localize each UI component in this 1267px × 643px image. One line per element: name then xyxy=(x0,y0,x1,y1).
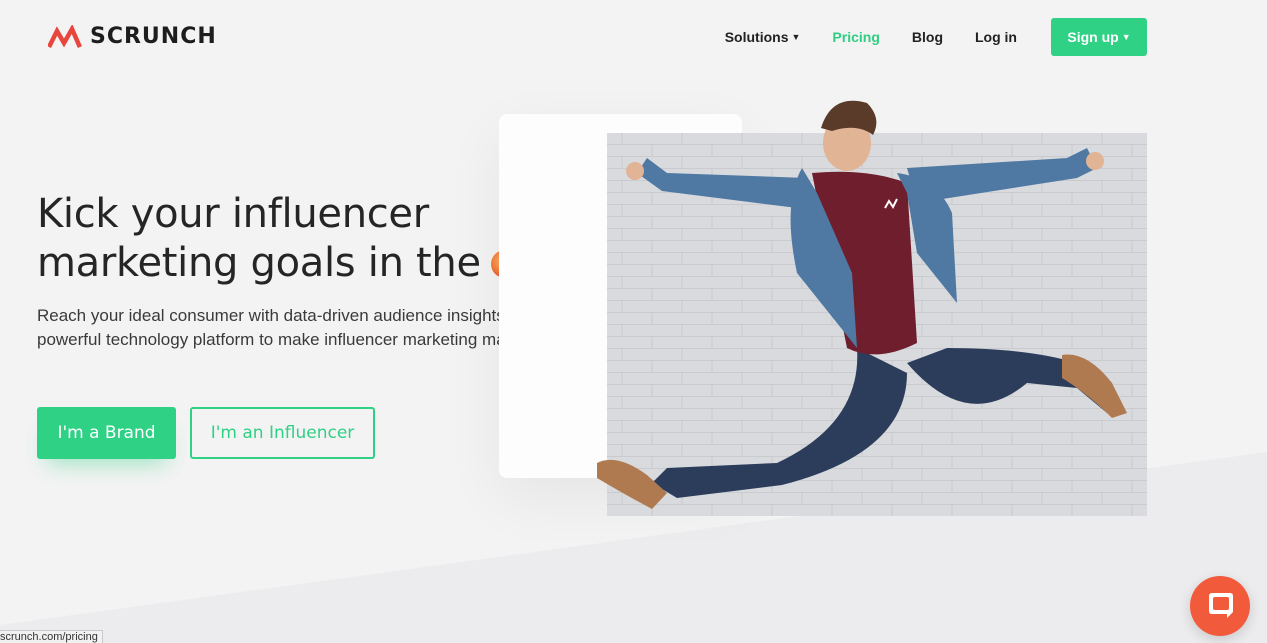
caret-down-icon: ▼ xyxy=(1121,32,1131,42)
logo-text: SCRUNCH xyxy=(90,24,217,49)
site-header: SCRUNCH Solutions ▼ Pricing Blog Log in … xyxy=(0,0,1267,76)
caret-down-icon: ▼ xyxy=(791,32,801,42)
scrunch-logo-icon xyxy=(48,24,82,48)
nav-blog-label: Blog xyxy=(911,29,943,45)
status-bar-url: scrunch.com/pricing xyxy=(0,630,103,643)
hero-title: Kick your influencer marketing goals in … xyxy=(37,190,557,288)
signup-button[interactable]: Sign up ▼ xyxy=(1051,18,1147,56)
nav-login-label: Log in xyxy=(975,29,1017,45)
brand-cta-button[interactable]: I'm a Brand xyxy=(37,407,176,459)
chat-button[interactable] xyxy=(1190,576,1250,636)
nav-pricing[interactable]: Pricing xyxy=(832,29,879,45)
nav-solutions-label: Solutions xyxy=(724,29,789,45)
nav-blog[interactable]: Blog xyxy=(912,29,943,45)
logo[interactable]: SCRUNCH xyxy=(48,24,217,49)
nav-solutions[interactable]: Solutions ▼ xyxy=(725,29,801,45)
nav-login[interactable]: Log in xyxy=(975,29,1017,45)
hero-subtitle: Reach your ideal consumer with data-driv… xyxy=(37,306,553,349)
nav-pricing-label: Pricing xyxy=(832,29,880,45)
signup-label: Sign up xyxy=(1067,29,1119,45)
hero-title-text: Kick your influencer marketing goals in … xyxy=(37,191,481,286)
main-nav: Solutions ▼ Pricing Blog Log in Sign up … xyxy=(693,18,1147,56)
influencer-cta-button[interactable]: I'm an Influencer xyxy=(190,407,375,459)
page: SCRUNCH Solutions ▼ Pricing Blog Log in … xyxy=(0,0,1267,643)
hero-photo xyxy=(597,100,1147,516)
chat-bubble-icon xyxy=(1209,593,1233,618)
